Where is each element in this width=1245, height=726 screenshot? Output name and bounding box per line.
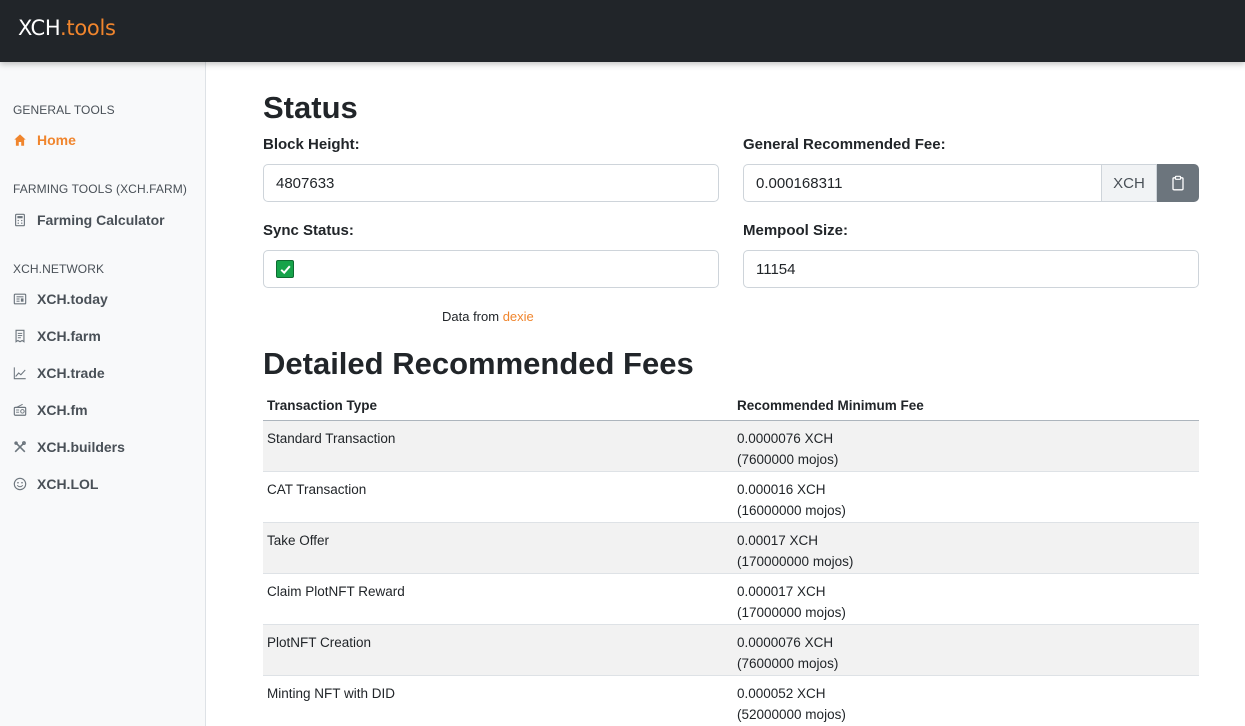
sidebar-item-xch-builders[interactable]: XCH.builders <box>12 436 125 458</box>
calculator-icon <box>12 212 28 228</box>
table-row: Minting NFT with DID 0.000052 XCH (520000… <box>263 675 1199 726</box>
sidebar-item-xch-farm[interactable]: XCH.farm <box>12 325 101 347</box>
sidebar-section-xch-network: XCH.NETWORK <box>13 262 105 276</box>
fee-mojos: (170000000 mojos) <box>737 554 854 569</box>
transaction-type-cell: Take Offer <box>263 522 733 574</box>
transaction-type-cell: PlotNFT Creation <box>263 624 733 676</box>
header-transaction-type: Transaction Type <box>263 392 733 421</box>
newspaper-icon <box>12 291 28 307</box>
data-source-link[interactable]: dexie <box>503 309 534 324</box>
sidebar-item-xch-trade[interactable]: XCH.trade <box>12 362 105 384</box>
fees-table: Transaction Type Recommended Minimum Fee… <box>263 392 1199 726</box>
check-mark-icon <box>276 260 294 278</box>
sidebar-item-label: Farming Calculator <box>37 212 165 228</box>
sidebar-section-general-tools: GENERAL TOOLS <box>13 103 115 117</box>
transaction-type-cell: Standard Transaction <box>263 420 733 472</box>
fee-xch: 0.0000076 XCH <box>737 635 834 650</box>
top-navbar: XCH.tools <box>0 0 1245 62</box>
fee-cell: 0.000052 XCH (52000000 mojos) <box>733 675 1199 726</box>
fee-mojos: (17000000 mojos) <box>737 605 846 620</box>
fee-cell: 0.000017 XCH (17000000 mojos) <box>733 573 1199 625</box>
general-fee-field[interactable]: 0.000168311 <box>743 164 1101 202</box>
brand-name-main: XCH <box>18 16 61 40</box>
transaction-type-cell: Claim PlotNFT Reward <box>263 573 733 625</box>
table-row: Claim PlotNFT Reward 0.000017 XCH (170000… <box>263 573 1199 625</box>
brand-name-suffix: .tools <box>60 16 116 40</box>
fee-xch: 0.00017 XCH <box>737 533 819 548</box>
transaction-type-cell: CAT Transaction <box>263 471 733 523</box>
receipt-icon <box>12 328 28 344</box>
sidebar-item-label: Home <box>37 132 76 148</box>
table-row: PlotNFT Creation 0.0000076 XCH (7600000 m… <box>263 624 1199 676</box>
fee-cell: 0.000016 XCH (16000000 mojos) <box>733 471 1199 523</box>
transaction-type-cell: Minting NFT with DID <box>263 675 733 726</box>
fee-cell: 0.0000076 XCH (7600000 mojos) <box>733 624 1199 676</box>
page-title: Status <box>263 90 358 125</box>
fee-cell: 0.00017 XCH (170000000 mojos) <box>733 522 1199 574</box>
table-row: Take Offer 0.00017 XCH (170000000 mojos) <box>263 522 1199 574</box>
fee-mojos: (7600000 mojos) <box>737 656 839 671</box>
sidebar-item-farming-calculator[interactable]: Farming Calculator <box>12 209 165 231</box>
sidebar-item-xch-today[interactable]: XCH.today <box>12 288 108 310</box>
copy-fee-button[interactable] <box>1157 164 1199 202</box>
sidebar-item-label: XCH.today <box>37 291 108 307</box>
sidebar-item-home[interactable]: Home <box>12 129 76 151</box>
smile-icon <box>12 476 28 492</box>
sidebar: GENERAL TOOLS Home FARMING TOOLS (XCH.FA… <box>0 62 206 726</box>
fee-mojos: (16000000 mojos) <box>737 503 846 518</box>
sync-status-field[interactable] <box>263 250 719 288</box>
fee-xch: 0.000017 XCH <box>737 584 826 599</box>
sidebar-item-label: XCH.trade <box>37 365 105 381</box>
sidebar-item-label: XCH.fm <box>37 402 88 418</box>
data-source-note: Data from dexie <box>442 309 534 324</box>
main-content: Status Block Height: 4807633 General Rec… <box>206 62 1245 726</box>
mempool-size-label: Mempool Size: <box>743 222 849 239</box>
sidebar-section-farming-tools: FARMING TOOLS (XCH.FARM) <box>13 182 187 196</box>
detailed-fees-title: Detailed Recommended Fees <box>263 346 694 381</box>
fee-mojos: (52000000 mojos) <box>737 707 846 722</box>
fee-mojos: (7600000 mojos) <box>737 452 839 467</box>
general-fee-label: General Recommended Fee: <box>743 136 946 153</box>
sidebar-item-label: XCH.farm <box>37 328 101 344</box>
fee-xch: 0.000052 XCH <box>737 686 826 701</box>
sidebar-item-label: XCH.LOL <box>37 476 99 492</box>
home-icon <box>12 132 28 148</box>
fee-xch: 0.000016 XCH <box>737 482 826 497</box>
block-height-field[interactable]: 4807633 <box>263 164 719 202</box>
sidebar-item-label: XCH.builders <box>37 439 125 455</box>
fee-unit-addon: XCH <box>1101 164 1157 202</box>
table-header-row: Transaction Type Recommended Minimum Fee <box>263 392 1199 421</box>
fee-cell: 0.0000076 XCH (7600000 mojos) <box>733 420 1199 472</box>
table-row: CAT Transaction 0.000016 XCH (16000000 mo… <box>263 471 1199 523</box>
data-source-prefix: Data from <box>442 309 500 324</box>
fee-xch: 0.0000076 XCH <box>737 431 834 446</box>
tools-icon <box>12 439 28 455</box>
chart-line-icon <box>12 365 28 381</box>
clipboard-icon <box>1172 175 1184 191</box>
general-fee-group: 0.000168311 XCH <box>743 164 1199 202</box>
brand-logo[interactable]: XCH.tools <box>18 16 116 40</box>
sync-status-label: Sync Status: <box>263 222 354 239</box>
mempool-size-field[interactable]: 11154 <box>743 250 1199 288</box>
table-row: Standard Transaction 0.0000076 XCH (76000… <box>263 420 1199 472</box>
sidebar-item-xch-fm[interactable]: XCH.fm <box>12 399 88 421</box>
sidebar-item-xch-lol[interactable]: XCH.LOL <box>12 473 98 495</box>
radio-icon <box>12 402 28 418</box>
header-recommended-fee: Recommended Minimum Fee <box>733 392 1199 421</box>
block-height-label: Block Height: <box>263 136 360 153</box>
